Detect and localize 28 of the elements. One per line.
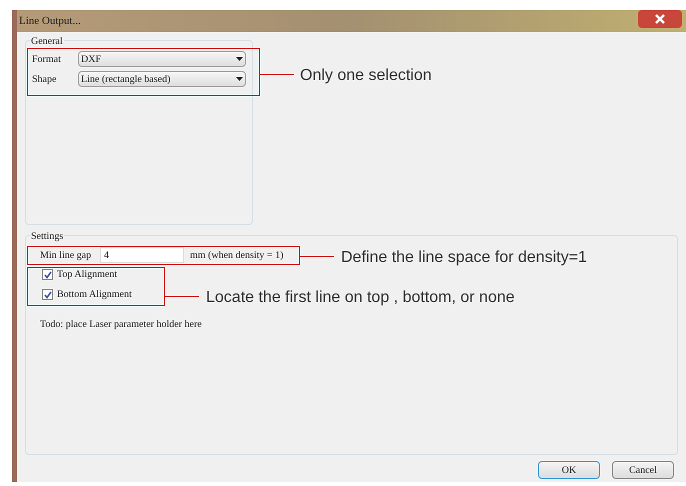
close-button[interactable] xyxy=(638,10,682,28)
caret-icon xyxy=(236,77,243,81)
todo-text: Todo: place Laser parameter holder here xyxy=(40,318,203,332)
caret-icon xyxy=(236,57,243,61)
field-label: Shape xyxy=(32,72,58,86)
checkbox-label: Top Alignment xyxy=(57,268,118,282)
annotation-text: Only one selection xyxy=(300,66,432,86)
checkbox-label: Bottom Alignment xyxy=(57,288,132,302)
dropdown[interactable]: Line (rectangle based) xyxy=(78,71,246,87)
close-icon xyxy=(655,14,665,24)
check-icon xyxy=(44,270,52,278)
check-icon xyxy=(44,290,52,298)
leader-line xyxy=(300,256,334,257)
checkbox[interactable] xyxy=(42,289,53,300)
leader-line xyxy=(260,74,294,75)
input-field[interactable]: 4 xyxy=(100,247,184,263)
dialog-button[interactable]: OK xyxy=(538,461,600,479)
checkbox[interactable] xyxy=(42,269,53,280)
field-label: Format xyxy=(32,52,62,66)
field-label: Min line gap xyxy=(40,248,92,262)
unit-label: mm (when density = 1) xyxy=(190,248,284,262)
window-title: Line Output... xyxy=(19,14,81,29)
dialog-button[interactable]: Cancel xyxy=(612,461,674,479)
annotation-text: Define the line space for density=1 xyxy=(341,248,587,268)
leader-line xyxy=(165,296,199,297)
dropdown[interactable]: DXF xyxy=(78,51,246,67)
annotation-text: Locate the first line on top , bottom, or none xyxy=(206,288,515,308)
group-title: Settings xyxy=(30,229,64,244)
